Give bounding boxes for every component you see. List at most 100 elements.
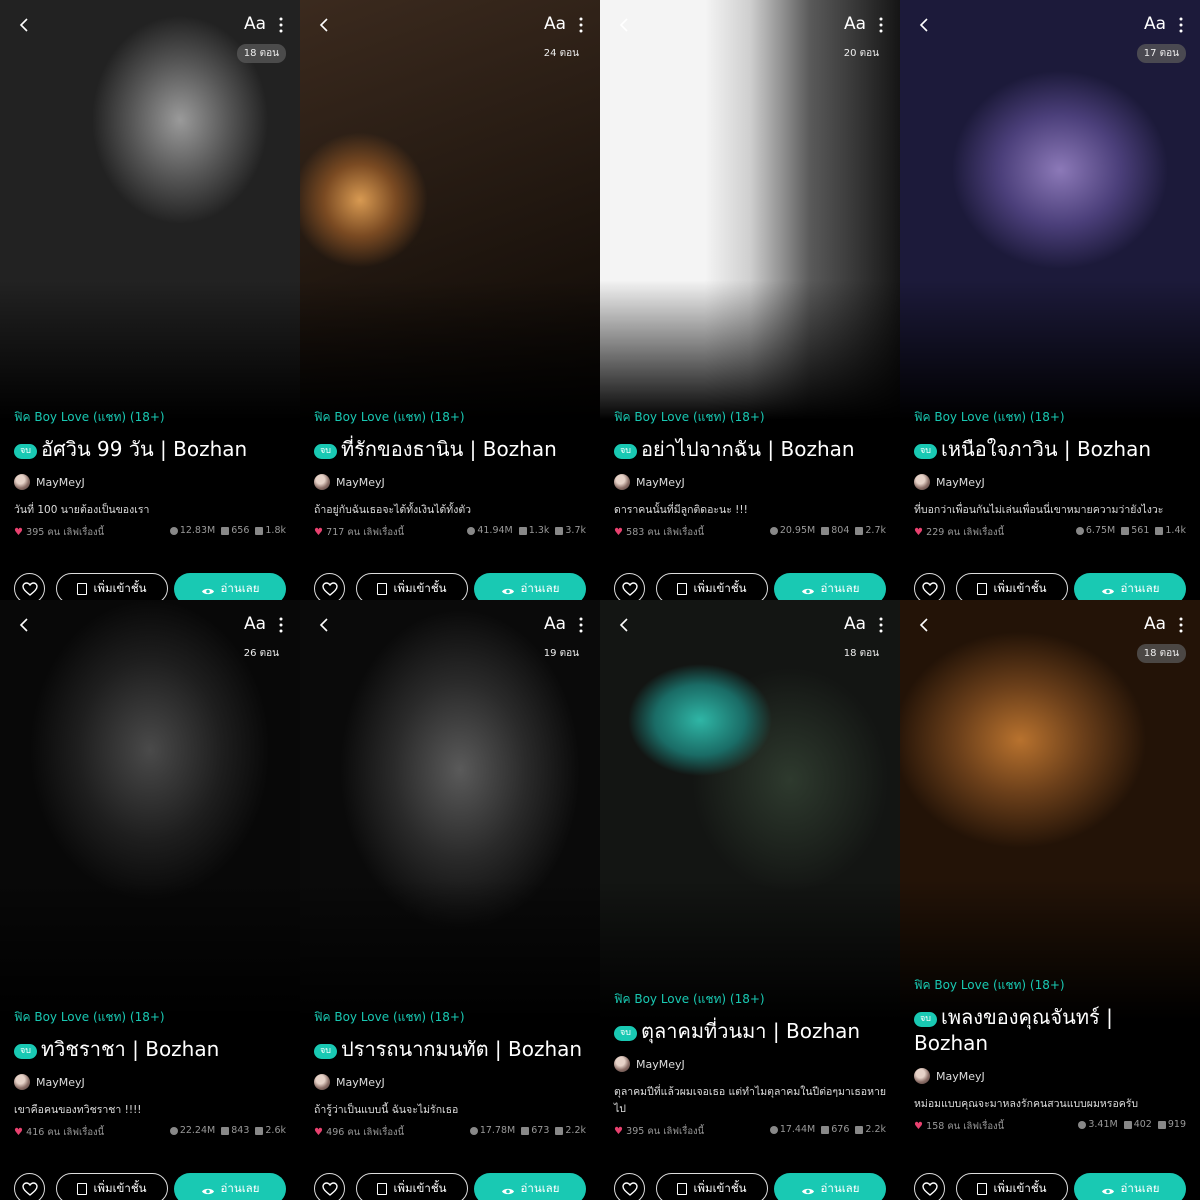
back-arrow-icon[interactable] (916, 616, 934, 634)
favorite-button[interactable] (914, 1173, 945, 1200)
title-row[interactable]: จบ ปรารถนากมนทัต | Bozhan (314, 1036, 588, 1062)
bookmark-count-icon (255, 1126, 264, 1135)
comment-icon (821, 526, 830, 535)
saves-stat: 3.7k (555, 525, 586, 536)
author-row[interactable]: MayMeyJ (914, 1066, 1188, 1086)
read-now-button[interactable]: อ่านเลย (1074, 1173, 1186, 1200)
more-options-icon[interactable] (276, 16, 286, 34)
more-options-icon[interactable] (876, 616, 886, 634)
add-to-shelf-button[interactable]: เพิ่มเข้าชั้น (356, 1173, 468, 1200)
favorite-button[interactable] (314, 573, 345, 600)
font-size-icon[interactable]: Aa (244, 614, 266, 634)
comments-count: 402 (1133, 1119, 1152, 1130)
title-row[interactable]: จบ ทวิชราชา | Bozhan (14, 1036, 288, 1062)
book-icon (377, 582, 388, 595)
cover-image[interactable] (300, 0, 600, 420)
views-count: 22.24M (179, 1125, 216, 1136)
eye-icon (1101, 585, 1115, 594)
category-label[interactable]: ฟิค Boy Love (แชท) (18+) (314, 1008, 588, 1027)
stats-row: ♥ 395 คน เลิฟเรื่องนี้ 12.83M 656 1.8k (14, 525, 288, 541)
title-row[interactable]: จบ อย่าไปจากฉัน | Bozhan (614, 436, 888, 462)
add-to-shelf-button[interactable]: เพิ่มเข้าชั้น (56, 1173, 168, 1200)
category-label[interactable]: ฟิค Boy Love (แชท) (18+) (314, 408, 588, 427)
font-size-icon[interactable]: Aa (544, 14, 566, 34)
category-label[interactable]: ฟิค Boy Love (แชท) (18+) (14, 1008, 288, 1027)
favorite-button[interactable] (314, 1173, 345, 1200)
cover-image[interactable] (900, 0, 1200, 420)
likes-suffix: คน เลิฟเรื่องนี้ (647, 527, 705, 538)
font-size-icon[interactable]: Aa (844, 14, 866, 34)
back-arrow-icon[interactable] (16, 616, 34, 634)
more-options-icon[interactable] (876, 16, 886, 34)
author-row[interactable]: MayMeyJ (314, 1072, 588, 1092)
title-row[interactable]: จบ ที่รักของธานิน | Bozhan (314, 436, 588, 462)
add-to-shelf-button[interactable]: เพิ่มเข้าชั้น (656, 573, 768, 600)
author-row[interactable]: MayMeyJ (614, 472, 888, 492)
favorite-button[interactable] (14, 573, 45, 600)
favorite-button[interactable] (14, 1173, 45, 1200)
book-icon (977, 582, 988, 595)
font-size-icon[interactable]: Aa (544, 614, 566, 634)
back-arrow-icon[interactable] (316, 616, 334, 634)
comments-stat: 804 (821, 525, 849, 536)
story-description: ตุลาคมปีที่แล้วผมเจอเธอ แต่ทำไมตุลาคมในป… (614, 1086, 887, 1115)
back-arrow-icon[interactable] (16, 16, 34, 34)
read-now-button[interactable]: อ่านเลย (474, 1173, 586, 1200)
title-row[interactable]: จบ อัศวิน 99 วัน | Bozhan (14, 436, 288, 462)
add-to-shelf-button[interactable]: เพิ่มเข้าชั้น (656, 1173, 768, 1200)
category-label[interactable]: ฟิค Boy Love (แชท) (18+) (614, 990, 888, 1009)
back-arrow-icon[interactable] (616, 16, 634, 34)
add-to-shelf-button[interactable]: เพิ่มเข้าชั้น (56, 573, 168, 600)
story-title: ทวิชราชา | Bozhan (41, 1037, 220, 1061)
cover-image[interactable] (600, 0, 900, 420)
add-to-shelf-button[interactable]: เพิ่มเข้าชั้น (956, 573, 1068, 600)
heart-icon: ♥ (14, 1127, 27, 1138)
more-options-icon[interactable] (1176, 616, 1186, 634)
author-row[interactable]: MayMeyJ (614, 1054, 888, 1074)
cover-image[interactable] (0, 0, 300, 420)
author-row[interactable]: MayMeyJ (314, 472, 588, 492)
more-options-icon[interactable] (276, 616, 286, 634)
favorite-button[interactable] (914, 573, 945, 600)
back-arrow-icon[interactable] (916, 16, 934, 34)
category-label[interactable]: ฟิค Boy Love (แชท) (18+) (914, 976, 1188, 995)
category-label[interactable]: ฟิค Boy Love (แชท) (18+) (914, 408, 1188, 427)
story-card: Aa 26 ตอน ฟิค Boy Love (แชท) (18+) จบ ทวิชรา… (0, 600, 300, 1200)
font-size-icon[interactable]: Aa (1144, 614, 1166, 634)
author-row[interactable]: MayMeyJ (914, 472, 1188, 492)
title-row[interactable]: จบ ตุลาคมที่วนมา | Bozhan (614, 1018, 888, 1044)
saves-stat: 919 (1157, 1119, 1186, 1130)
title-row[interactable]: จบ เพลงของคุณจันทร์ | Bozhan (914, 1004, 1188, 1056)
author-name: MayMeyJ (936, 1069, 985, 1083)
more-options-icon[interactable] (576, 616, 586, 634)
category-label[interactable]: ฟิค Boy Love (แชท) (18+) (614, 408, 888, 427)
read-now-button[interactable]: อ่านเลย (174, 1173, 286, 1200)
font-size-icon[interactable]: Aa (244, 14, 266, 34)
read-now-button[interactable]: อ่านเลย (174, 573, 286, 600)
font-size-icon[interactable]: Aa (1144, 14, 1166, 34)
read-now-button[interactable]: อ่านเลย (774, 1173, 886, 1200)
action-bar: เพิ่มเข้าชั้น อ่านเลย (14, 1173, 286, 1200)
add-to-shelf-button[interactable]: เพิ่มเข้าชั้น (956, 1173, 1068, 1200)
cover-image[interactable] (600, 600, 900, 1020)
read-now-button[interactable]: อ่านเลย (474, 573, 586, 600)
title-row[interactable]: จบ เหนือใจภาวิน | Bozhan (914, 436, 1188, 462)
font-size-icon[interactable]: Aa (844, 614, 866, 634)
stat-counters: 41.94M 1.3k 3.7k (467, 525, 586, 536)
completed-badge: จบ (314, 1044, 337, 1059)
favorite-button[interactable] (614, 573, 645, 600)
cover-image[interactable] (300, 600, 600, 1020)
more-options-icon[interactable] (1176, 16, 1186, 34)
cover-image[interactable] (900, 600, 1200, 1020)
back-arrow-icon[interactable] (316, 16, 334, 34)
read-now-button[interactable]: อ่านเลย (1074, 573, 1186, 600)
back-arrow-icon[interactable] (616, 616, 634, 634)
author-row[interactable]: MayMeyJ (14, 472, 288, 492)
read-now-button[interactable]: อ่านเลย (774, 573, 886, 600)
more-options-icon[interactable] (576, 16, 586, 34)
category-label[interactable]: ฟิค Boy Love (แชท) (18+) (14, 408, 288, 427)
author-row[interactable]: MayMeyJ (14, 1072, 288, 1092)
add-to-shelf-button[interactable]: เพิ่มเข้าชั้น (356, 573, 468, 600)
favorite-button[interactable] (614, 1173, 645, 1200)
cover-image[interactable] (0, 600, 300, 1020)
